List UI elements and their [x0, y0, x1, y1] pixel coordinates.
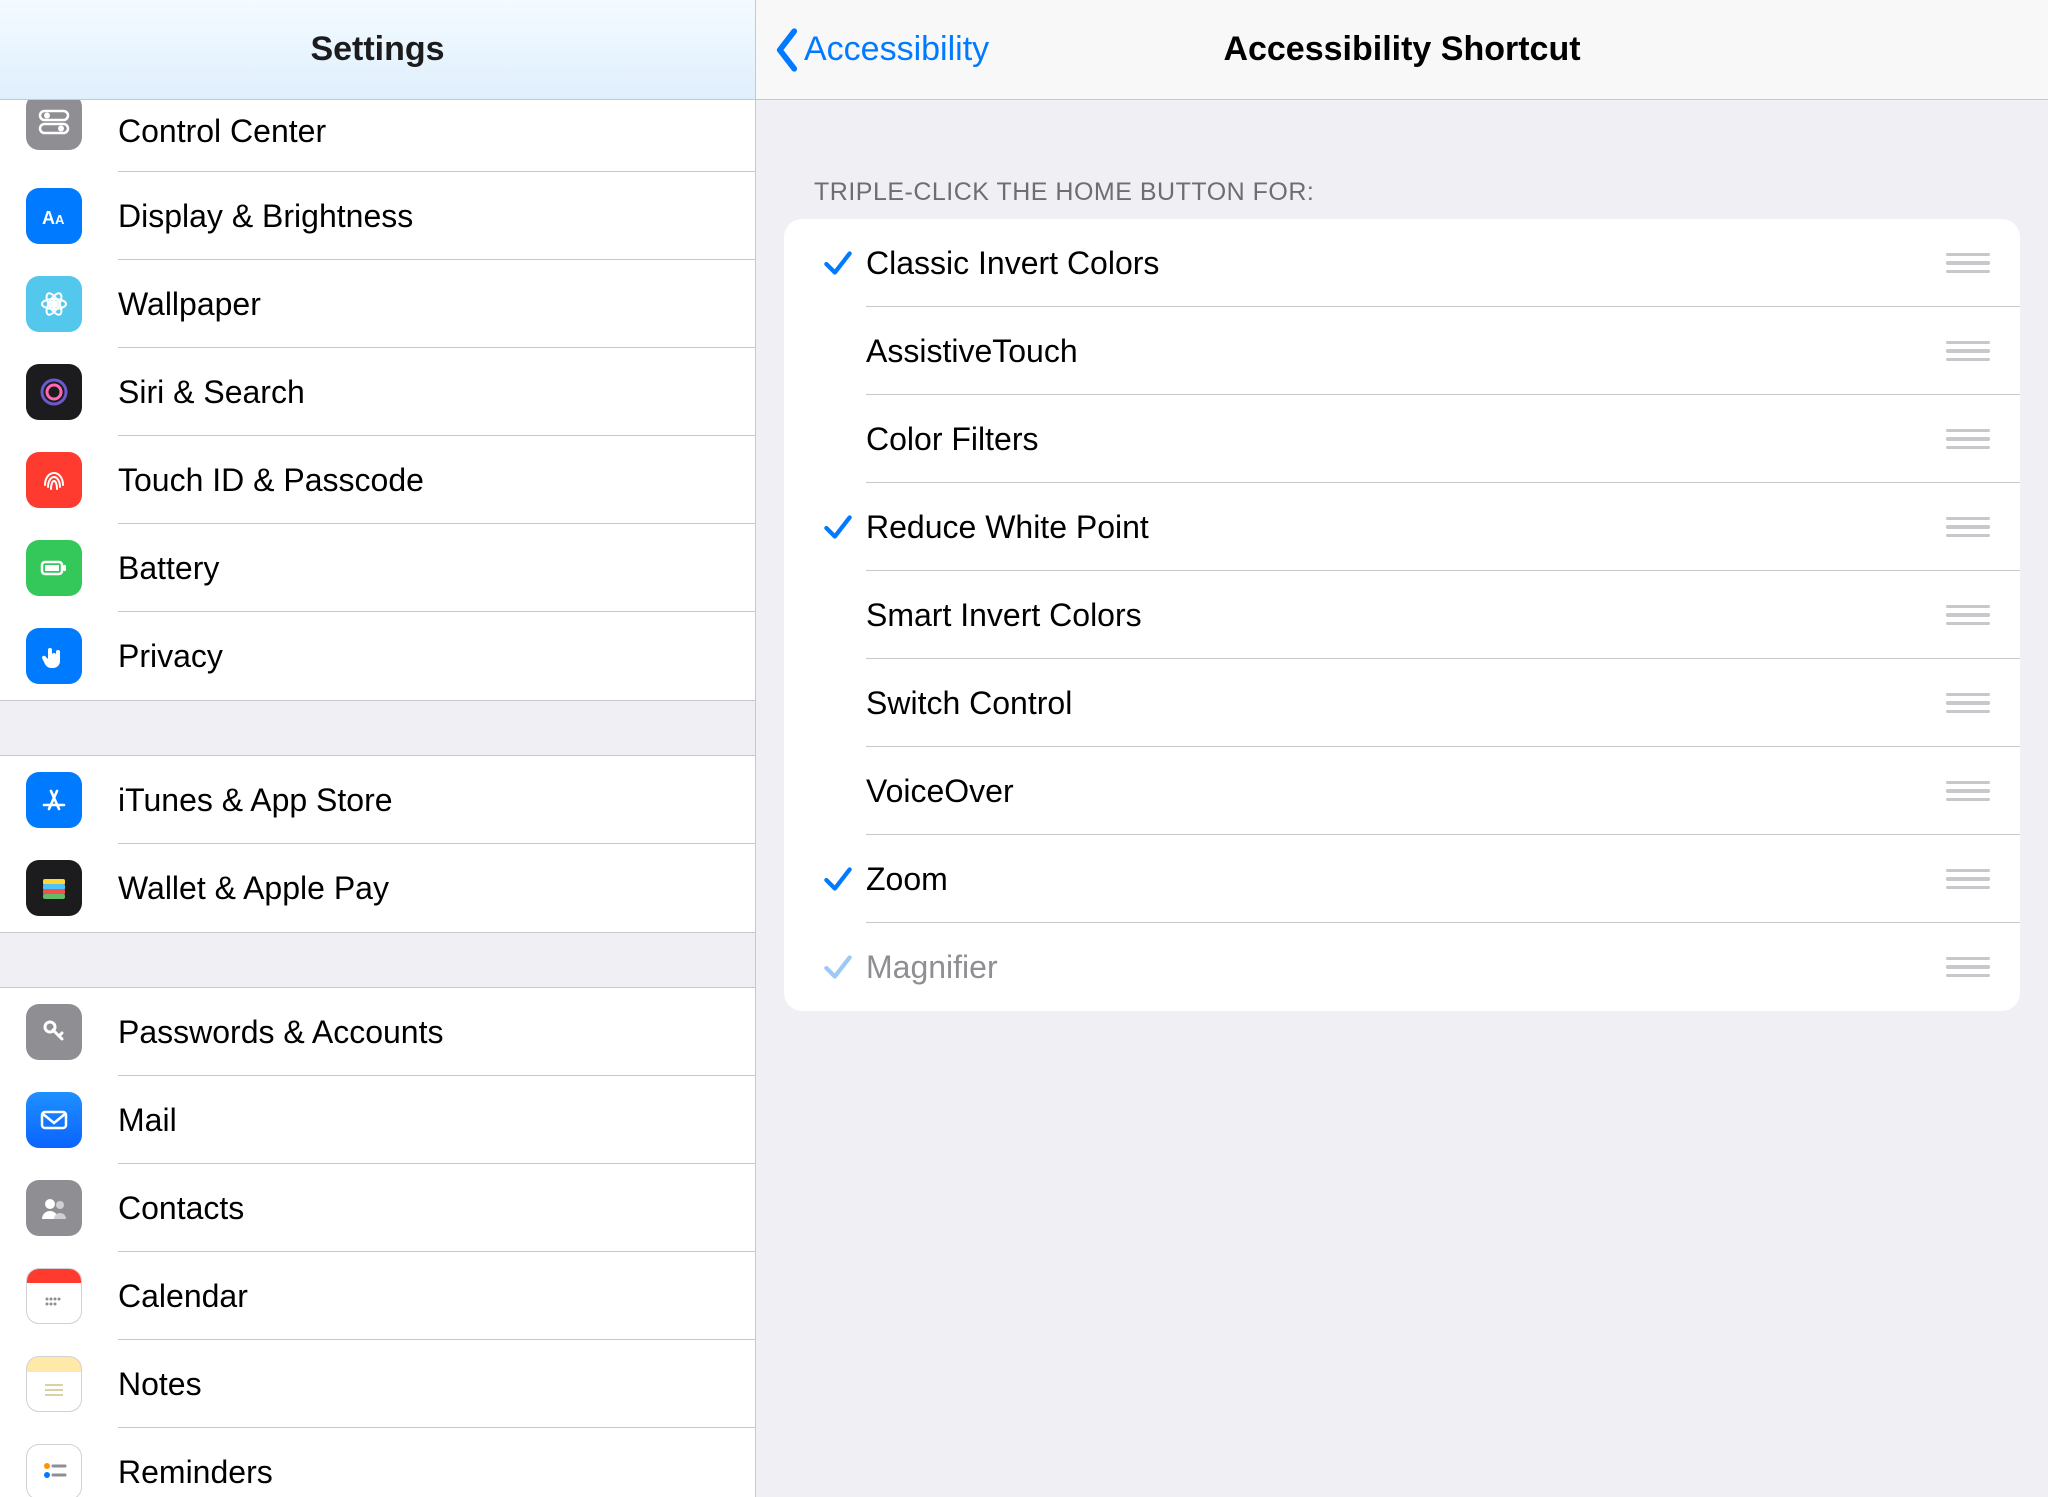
sidebar-item-contacts[interactable]: Contacts	[0, 1164, 755, 1252]
sidebar-item-label: Wallpaper	[118, 286, 261, 323]
sidebar-item-wallpaper[interactable]: Wallpaper	[0, 260, 755, 348]
notes-icon	[26, 1356, 82, 1412]
mail-icon	[26, 1092, 82, 1148]
reorder-handle-icon[interactable]	[1946, 781, 1990, 801]
checkmark-icon	[810, 949, 866, 985]
hand-icon	[26, 628, 82, 684]
svg-text:A: A	[55, 212, 65, 227]
detail-body: TRIPLE-CLICK THE HOME BUTTON FOR: Classi…	[756, 100, 2048, 1497]
wallet-icon	[26, 860, 82, 916]
shortcut-option-label: Magnifier	[866, 949, 998, 986]
checkmark-icon	[810, 245, 866, 281]
sidebar-title: Settings	[310, 30, 444, 69]
sidebar-item-label: Reminders	[118, 1454, 273, 1491]
sidebar-item-notes[interactable]: Notes	[0, 1340, 755, 1428]
sidebar: Settings Control Center AA Display & Brigh…	[0, 0, 756, 1497]
shortcut-option-label: Color Filters	[866, 421, 1038, 458]
calendar-icon	[26, 1268, 82, 1324]
key-icon	[26, 1004, 82, 1060]
checkmark-icon	[810, 509, 866, 545]
shortcut-option[interactable]: Color Filters	[784, 395, 2020, 483]
shortcut-option-label: Switch Control	[866, 685, 1072, 722]
reorder-handle-icon[interactable]	[1946, 869, 1990, 889]
shortcut-option[interactable]: Smart Invert Colors	[784, 571, 2020, 659]
detail-header: Accessibility Accessibility Shortcut	[756, 0, 2048, 100]
sidebar-item-control-center[interactable]: Control Center	[0, 100, 755, 172]
sidebar-item-siri[interactable]: Siri & Search	[0, 348, 755, 436]
back-button[interactable]: Accessibility	[774, 28, 1223, 72]
detail-pane: Accessibility Accessibility Shortcut TRI…	[756, 0, 2048, 1497]
sidebar-item-display[interactable]: AA Display & Brightness	[0, 172, 755, 260]
shortcut-option[interactable]: Reduce White Point	[784, 483, 2020, 571]
shortcut-option-label: Classic Invert Colors	[866, 245, 1159, 282]
sidebar-header: Settings	[0, 0, 755, 100]
sidebar-item-wallet[interactable]: Wallet & Apple Pay	[0, 844, 755, 932]
back-label: Accessibility	[804, 30, 989, 69]
svg-text:A: A	[42, 208, 55, 228]
sidebar-item-label: iTunes & App Store	[118, 782, 393, 819]
reorder-handle-icon[interactable]	[1946, 605, 1990, 625]
shortcut-option-label: Zoom	[866, 861, 948, 898]
reorder-handle-icon[interactable]	[1946, 693, 1990, 713]
reorder-handle-icon[interactable]	[1946, 517, 1990, 537]
shortcut-option-label: Smart Invert Colors	[866, 597, 1142, 634]
sidebar-item-label: Touch ID & Passcode	[118, 462, 424, 499]
reorder-handle-icon[interactable]	[1946, 957, 1990, 977]
sidebar-item-label: Notes	[118, 1366, 202, 1403]
siri-icon	[26, 364, 82, 420]
section-header: TRIPLE-CLICK THE HOME BUTTON FOR:	[814, 178, 2020, 207]
shortcut-options-card: Classic Invert Colors AssistiveTouch Color…	[784, 219, 2020, 1011]
sidebar-item-label: Battery	[118, 550, 219, 587]
sidebar-item-reminders[interactable]: Reminders	[0, 1428, 755, 1497]
fingerprint-icon	[26, 452, 82, 508]
sidebar-item-label: Mail	[118, 1102, 177, 1139]
sidebar-item-label: Control Center	[118, 113, 326, 150]
reorder-handle-icon[interactable]	[1946, 253, 1990, 273]
sidebar-item-itunes[interactable]: iTunes & App Store	[0, 756, 755, 844]
sidebar-item-touchid[interactable]: Touch ID & Passcode	[0, 436, 755, 524]
sidebar-item-label: Contacts	[118, 1190, 244, 1227]
reorder-handle-icon[interactable]	[1946, 341, 1990, 361]
sidebar-item-label: Wallet & Apple Pay	[118, 870, 389, 907]
sidebar-list[interactable]: Control Center AA Display & Brightness Wall…	[0, 100, 755, 1497]
sidebar-item-calendar[interactable]: Calendar	[0, 1252, 755, 1340]
sidebar-item-mail[interactable]: Mail	[0, 1076, 755, 1164]
sidebar-item-label: Display & Brightness	[118, 198, 413, 235]
shortcut-option[interactable]: Switch Control	[784, 659, 2020, 747]
sidebar-item-label: Siri & Search	[118, 374, 305, 411]
reorder-handle-icon[interactable]	[1946, 429, 1990, 449]
chevron-left-icon	[774, 28, 800, 72]
shortcut-option[interactable]: AssistiveTouch	[784, 307, 2020, 395]
battery-icon	[26, 540, 82, 596]
shortcut-option[interactable]: Classic Invert Colors	[784, 219, 2020, 307]
page-title: Accessibility Shortcut	[1223, 30, 1580, 69]
shortcut-option[interactable]: Magnifier	[784, 923, 2020, 1011]
app-root: Settings Control Center AA Display & Brigh…	[0, 0, 2048, 1497]
sidebar-item-privacy[interactable]: Privacy	[0, 612, 755, 700]
appstore-icon	[26, 772, 82, 828]
shortcut-option-label: Reduce White Point	[866, 509, 1149, 546]
sidebar-item-passwords[interactable]: Passwords & Accounts	[0, 988, 755, 1076]
toggles-icon	[26, 100, 82, 150]
shortcut-option-label: AssistiveTouch	[866, 333, 1078, 370]
shortcut-option[interactable]: VoiceOver	[784, 747, 2020, 835]
shortcut-option-label: VoiceOver	[866, 773, 1014, 810]
checkmark-icon	[810, 861, 866, 897]
shortcut-option[interactable]: Zoom	[784, 835, 2020, 923]
text-size-icon: AA	[26, 188, 82, 244]
sidebar-item-battery[interactable]: Battery	[0, 524, 755, 612]
reminders-icon	[26, 1444, 82, 1497]
contacts-icon	[26, 1180, 82, 1236]
flower-icon	[26, 276, 82, 332]
sidebar-item-label: Privacy	[118, 638, 223, 675]
sidebar-item-label: Calendar	[118, 1278, 248, 1315]
sidebar-item-label: Passwords & Accounts	[118, 1014, 443, 1051]
